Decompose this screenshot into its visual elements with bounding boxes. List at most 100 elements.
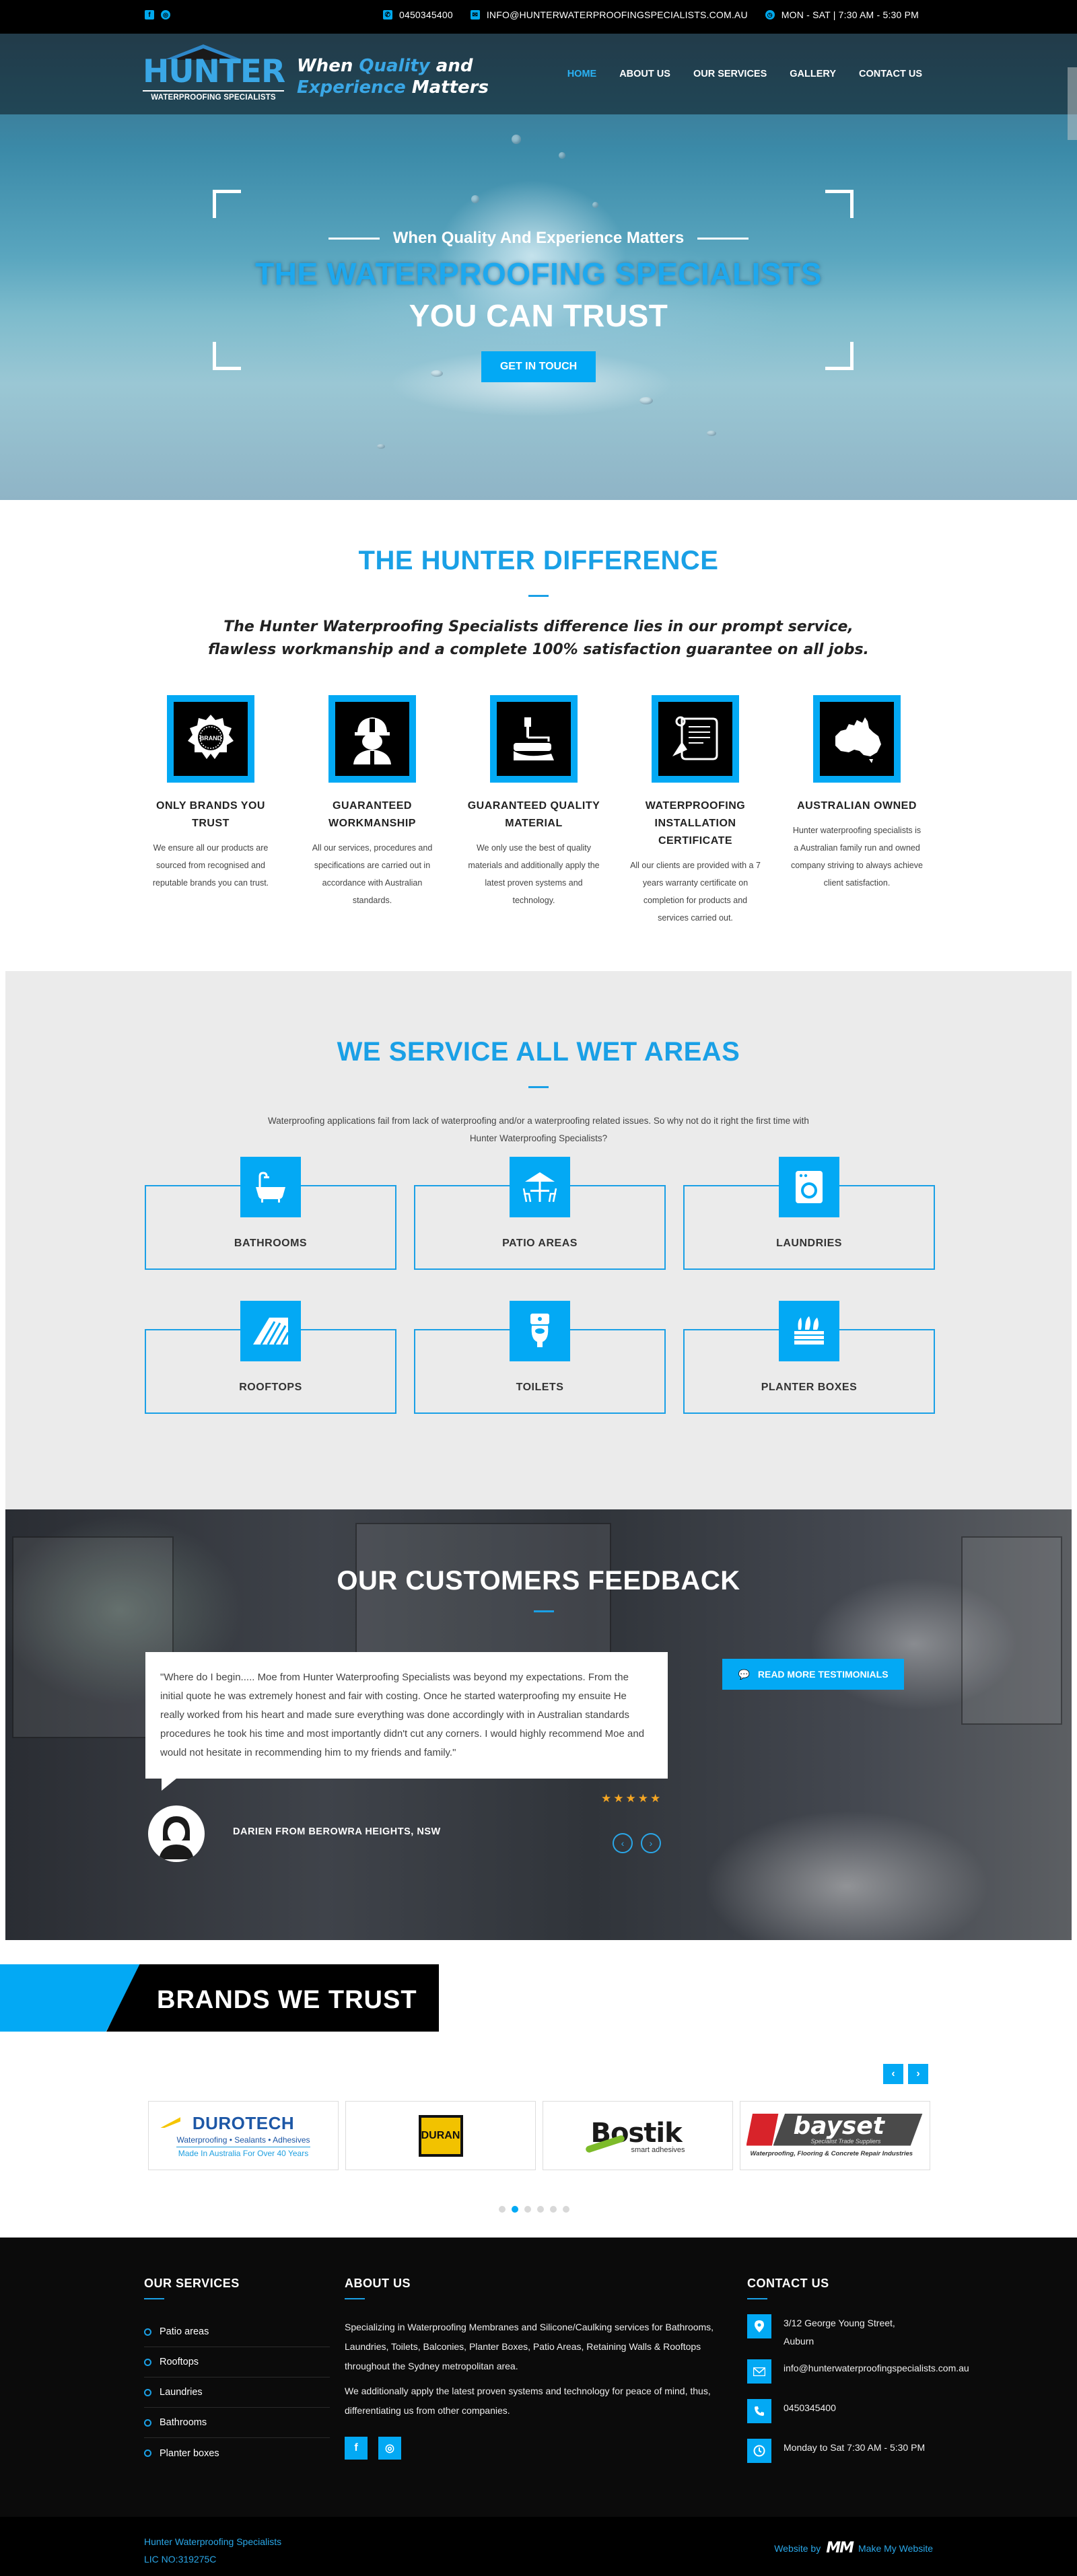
company-name[interactable]: Hunter Waterproofing Specialists [144,2533,281,2550]
carousel-dot[interactable] [524,2206,531,2213]
wet-area-card[interactable]: LAUNDRIES [683,1157,935,1270]
footer-title-underline [345,2298,365,2299]
nav-our-services[interactable]: OUR SERVICES [693,69,767,79]
contact-email[interactable]: info@hunterwaterproofingspecialists.com.… [747,2359,969,2384]
divider-line [328,237,380,240]
carousel-dot[interactable] [563,2206,569,2213]
website-credit[interactable]: Website by MM Make My Website [774,2540,933,2556]
brand-slider-next[interactable]: › [908,2064,928,2084]
footer-about-text: Specializing in Waterproofing Membranes … [345,2318,731,2421]
map-pin-icon [747,2314,771,2338]
feature-item: BRAND ONLY BRANDS YOU TRUST We ensure al… [143,695,278,927]
wet-area-card[interactable]: PLANTER BOXES [683,1301,935,1414]
top-contact-info: ✆ 0450345400 ✉ INFO@HUNTERWATERPROOFINGS… [382,9,919,20]
feature-title-line: ONLY BRANDS YOU [156,800,265,812]
circle-bullet-icon [144,2328,151,2336]
nav-gallery[interactable]: GALLERY [790,69,836,79]
section-title: OUR CUSTOMERS FEEDBACK [337,1566,740,1596]
credit-prefix: Website by [774,2542,821,2554]
footer-service-link[interactable]: Laundries [144,2377,330,2408]
footer-service-link[interactable]: Patio areas [144,2317,330,2347]
instagram-icon[interactable]: ◎ [161,10,170,20]
envelope-icon [747,2359,771,2384]
water-droplet [707,431,716,436]
facebook-icon[interactable]: f [145,10,154,20]
contact-phone[interactable]: 0450345400 [747,2399,949,2423]
nav-home[interactable]: HOME [567,69,597,79]
feature-title: WATERPROOFING INSTALLATION CERTIFICATE [628,797,763,850]
hero-title-line2: YOU CAN TRUST [409,298,668,333]
top-email[interactable]: ✉ INFO@HUNTERWATERPROOFINGSPECIALISTS.CO… [470,9,748,20]
top-bar: f ◎ ✆ 0450345400 ✉ INFO@HUNTERWATERPROOF… [0,0,1077,34]
read-more-testimonials-button[interactable]: 💬 READ MORE TESTIMONIALS [722,1659,904,1690]
rating-stars: ★★★★★ [601,1792,663,1805]
wet-area-card[interactable]: BATHROOMS [145,1157,396,1270]
nav-about-us[interactable]: ABOUT US [619,69,670,79]
brand-logo-card[interactable]: bayset Specialist Trade Suppliers Waterp… [740,2101,930,2170]
logo-subtitle: WATERPROOFING SPECIALISTS [143,90,284,102]
hours-text: Monday to Sat 7:30 AM - 5:30 PM [784,2442,926,2453]
wet-area-card[interactable]: PATIO AREAS [414,1157,666,1270]
clock-icon: ◷ [765,10,775,20]
reviewer-avatar [148,1805,205,1862]
wet-area-card[interactable]: TOILETS [414,1301,666,1414]
feature-text: We only use the best of quality material… [468,843,600,905]
brand-subtitle: Specialist Trade Suppliers [810,2137,881,2145]
top-phone[interactable]: ✆ 0450345400 [382,9,453,20]
footer-about-title: ABOUT US [345,2277,411,2290]
feature-title: ONLY BRANDS YOU TRUST [143,797,278,832]
service-label: Laundries [160,2387,203,2398]
about-paragraph: We additionally apply the latest proven … [345,2386,711,2416]
feature-text: We ensure all our products are sourced f… [152,843,269,888]
difference-intro: The Hunter Waterproofing Specialists dif… [0,616,1077,661]
paint-roller-icon [514,717,554,760]
brand-logo-card[interactable]: Bostik smart adhesives [543,2101,733,2170]
get-in-touch-button[interactable]: GET IN TOUCH [481,351,596,382]
footer-social-links: f ◎ [345,2437,401,2460]
footer-services-list: Patio areas Rooftops Laundries Bathrooms… [144,2317,330,2468]
footer-service-link[interactable]: Bathrooms [144,2408,330,2438]
feature-icon-box [813,695,901,783]
brand-badge-icon: BRAND [188,715,234,759]
intro-line: The Hunter Waterproofing Specialists dif… [223,618,854,635]
brand-tagline: Waterproofing, Flooring & Concrete Repai… [750,2149,913,2157]
copyright-text: Hunter Waterproofing Specialists LIC NO:… [144,2533,281,2568]
feature-item: GUARANTEED QUALITY MATERIAL We only use … [466,695,601,927]
instagram-icon[interactable]: ◎ [378,2437,401,2460]
testimonial-prev-arrow[interactable]: ‹ [613,1833,633,1853]
footer-service-link[interactable]: Rooftops [144,2347,330,2377]
wet-area-label: ROOFTOPS [239,1382,302,1393]
washing-machine-icon [796,1171,823,1203]
water-droplet [559,152,565,159]
carousel-dot[interactable] [537,2206,544,2213]
brand-note: Made In Australia For Over 40 Years [176,2147,310,2158]
bathtub-icon [256,1172,285,1203]
brand-logo-card[interactable]: DURAN [345,2101,536,2170]
nav-contact-us[interactable]: CONTACT US [859,69,922,79]
tagline-part: Matters [405,77,489,98]
feature-title-line: INSTALLATION [654,818,736,829]
carousel-dot[interactable] [499,2206,506,2213]
brand-slider-prev[interactable]: ‹ [883,2064,903,2084]
testimonial-next-arrow[interactable]: › [641,1833,661,1853]
feature-icon-box [490,695,578,783]
carousel-dot[interactable] [550,2206,557,2213]
water-droplet [512,135,521,144]
service-label: Bathrooms [160,2417,207,2428]
facebook-icon[interactable]: f [345,2437,368,2460]
footer-service-link[interactable]: Planter boxes [144,2438,330,2468]
hero-content: When Quality And Experience Matters THE … [0,229,1077,382]
site-logo[interactable]: HUNTER WATERPROOFING SPECIALISTS [143,44,285,104]
wet-area-card[interactable]: ROOFTOPS [145,1301,396,1414]
carousel-dot-active[interactable] [512,2206,518,2213]
feature-text: All our clients are provided with a 7 ye… [630,861,761,923]
contact-address: 3/12 George Young Street, Auburn [747,2314,949,2351]
circle-bullet-icon [144,2388,151,2396]
brand-logo-card[interactable]: DUROTECH Waterproofing • Sealants • Adhe… [148,2101,339,2170]
wet-area-label: PATIO AREAS [502,1238,578,1249]
footer-title-underline [747,2298,767,2299]
feature-text: All our services, procedures and specifi… [312,843,433,905]
address-line: 3/12 George Young Street, [784,2318,895,2328]
brand-tagline: Waterproofing • Sealants • Adhesives [176,2135,310,2145]
page-scrollbar-thumb[interactable] [1068,67,1077,140]
